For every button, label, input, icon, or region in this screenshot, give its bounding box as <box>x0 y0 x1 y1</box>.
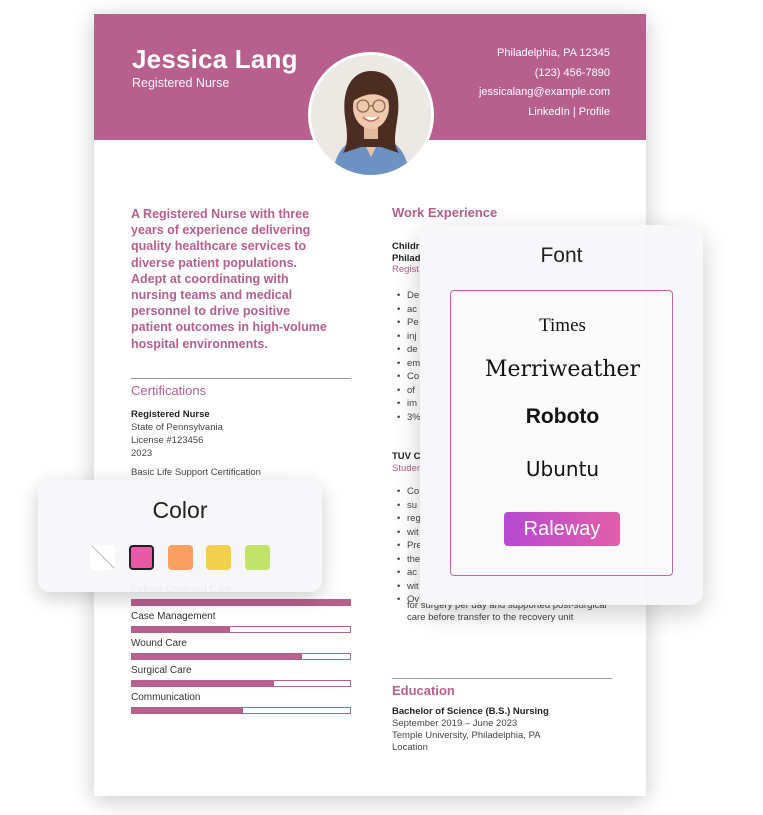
cert-license: License #123456 <box>131 435 204 446</box>
skill-bar <box>131 626 351 633</box>
bullet: Co <box>397 486 422 498</box>
job-2-header: TUV C Studen <box>392 451 422 474</box>
color-panel-title: Color <box>152 497 208 523</box>
certifications-title: Certifications <box>131 383 207 398</box>
skill-bar-fill <box>132 654 303 659</box>
bullet: Pre <box>397 540 422 552</box>
job-1-bullets: De ac Pe inj de em Co of im 3% <box>397 290 421 425</box>
bullet-cont: de <box>397 344 421 356</box>
job-2-bullets: Co su reg wit Pre the ac wit Ov <box>397 486 422 608</box>
skill-item: Communication <box>131 692 351 719</box>
color-swatch-orange[interactable] <box>168 545 193 570</box>
cert-name: Registered Nurse <box>131 409 210 420</box>
work-experience-title: Work Experience <box>392 205 498 220</box>
bullet-cont: ac <box>397 567 422 579</box>
skill-label: Communication <box>131 692 201 703</box>
skill-label: Case Management <box>131 611 216 622</box>
education-divider <box>392 678 612 679</box>
skill-label: Wound Care <box>131 638 187 649</box>
color-swatch-none[interactable] <box>90 545 115 570</box>
contact-info: Philadelphia, PA 12345 (123) 456-7890 je… <box>479 44 610 122</box>
skill-bar <box>131 707 351 714</box>
font-option-times[interactable]: Times <box>451 315 674 337</box>
cert-bls: Basic Life Support Certification <box>131 467 261 478</box>
skill-bar <box>131 680 351 687</box>
font-option-ubuntu[interactable]: Ubuntu <box>451 457 674 481</box>
education-title: Education <box>392 683 455 698</box>
skill-bar-fill <box>132 600 350 605</box>
bullet-cont: inj <box>397 331 421 343</box>
contact-email: jessicalang@example.com <box>478 86 610 98</box>
job-2-role: Studen <box>392 462 423 474</box>
job-1-header: Childr Philad Regist <box>392 241 421 276</box>
bullet-cont: su <box>397 500 422 512</box>
bullet-cont: em <box>397 358 421 370</box>
skills-list: Patient-Centered Care Case Management Wo… <box>131 584 351 719</box>
skill-bar <box>131 653 351 660</box>
bullet-cont: reg <box>397 513 422 525</box>
font-option-roboto[interactable]: Roboto <box>451 405 674 429</box>
color-swatch-green[interactable] <box>245 545 270 570</box>
certifications-list: Registered Nurse State of Pennsylvania L… <box>131 408 261 479</box>
job-1-company: Childr <box>392 241 420 252</box>
professional-summary: A Registered Nurse with three years of e… <box>131 207 327 351</box>
contact-linkedin: LinkedIn | Profile <box>528 105 610 118</box>
skill-bar <box>131 599 351 606</box>
skill-item: Wound Care <box>131 638 351 665</box>
profile-photo <box>308 52 434 178</box>
bullet: Co <box>397 371 421 383</box>
skill-bar-fill <box>132 708 244 713</box>
edu-school: Temple University, Philadelphia, PA <box>392 730 541 741</box>
certifications-divider <box>131 378 351 379</box>
skill-item: Case Management <box>131 611 351 638</box>
job-1-location: Philad <box>392 252 421 264</box>
bullet-cont: wit <box>397 581 422 593</box>
candidate-name: Jessica Lang <box>132 44 298 74</box>
skill-label: Surgical Care <box>131 665 192 676</box>
candidate-role: Registered Nurse <box>132 76 230 90</box>
bullet-cont: 3% <box>397 412 421 424</box>
color-selector-panel: Color <box>38 480 322 592</box>
skill-item: Surgical Care <box>131 665 351 692</box>
font-panel-title: Font <box>540 244 583 267</box>
contact-phone: (123) 456-7890 <box>534 66 610 79</box>
contact-location: Philadelphia, PA 12345 <box>497 47 610 59</box>
font-selector-panel: Font Times Merriweather Roboto Ubuntu Ra… <box>420 225 703 605</box>
bullet-cont: im <box>397 398 421 410</box>
skill-bar-fill <box>132 681 274 686</box>
font-option-merriweather[interactable]: Merriweather <box>451 357 674 382</box>
skill-bar-fill <box>132 627 231 632</box>
edu-location: Location <box>392 742 428 753</box>
color-swatch-pink-selected[interactable] <box>129 545 154 570</box>
color-swatch-yellow[interactable] <box>206 545 231 570</box>
cert-state: State of Pennsylvania <box>131 422 223 433</box>
job-2-company: TUV C <box>392 451 421 462</box>
edu-degree: Bachelor of Science (B.S.) Nursing <box>392 706 549 717</box>
education-details: Bachelor of Science (B.S.) Nursing Septe… <box>392 706 549 754</box>
edu-dates: September 2019 – June 2023 <box>392 718 518 729</box>
bullet: De <box>397 290 421 302</box>
bullet-cont: the <box>397 554 422 566</box>
bullet: Pe <box>397 317 421 329</box>
bullet-cont: ac <box>397 304 421 316</box>
bullet-cont: of <box>397 385 421 397</box>
font-options-box: Times Merriweather Roboto Ubuntu Raleway <box>450 290 673 576</box>
job-1-role: Regist <box>392 264 419 275</box>
cert-year: 2023 <box>131 448 153 459</box>
bullet-cont: wit <box>397 527 422 539</box>
profile-photo-illustration <box>311 55 431 175</box>
font-option-raleway-selected[interactable]: Raleway <box>504 512 620 546</box>
